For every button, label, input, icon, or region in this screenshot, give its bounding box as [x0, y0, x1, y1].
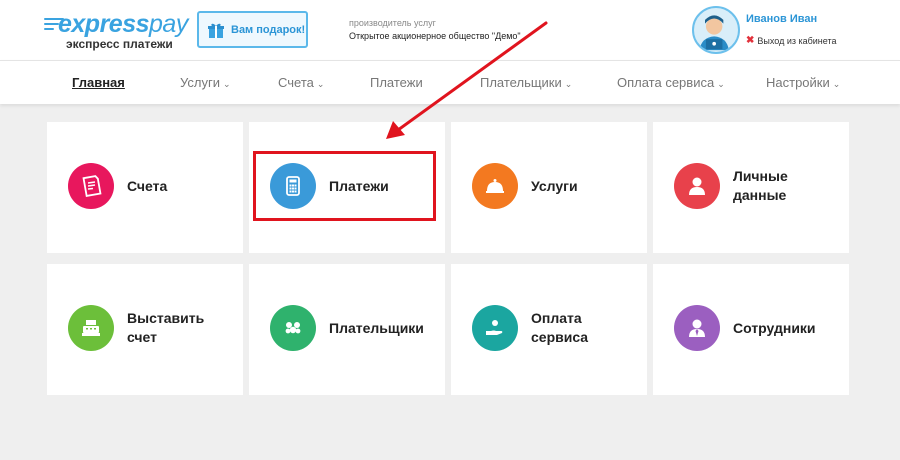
- tile-issue-invoice-label-line1: Выставить: [127, 310, 205, 326]
- tile-service-payment[interactable]: Оплата сервиса: [451, 264, 647, 395]
- chevron-down-icon: ⌄: [222, 79, 231, 89]
- user-name[interactable]: Иванов Иван: [746, 13, 817, 25]
- tile-payers-circle: [270, 305, 316, 351]
- employee-icon: [689, 319, 705, 337]
- tile-personal-data-label-line1: Личные: [733, 168, 788, 184]
- tile-service-payment-circle: [472, 305, 518, 351]
- tile-personal-data-label: Личные данные: [733, 167, 788, 205]
- tile-issue-invoice-label: Выставить счет: [127, 309, 204, 347]
- calculator-icon: [286, 176, 300, 196]
- top-bar: expresspay экспресс платежи Вам подарок!…: [0, 0, 900, 60]
- tile-employees-circle: [674, 305, 720, 351]
- provider-name: Открытое акционерное общество "Демо": [349, 31, 521, 41]
- tile-personal-data-label-line2: данные: [733, 187, 787, 203]
- tile-services[interactable]: Услуги: [451, 122, 647, 253]
- logo-subtitle: экспресс платежи: [66, 37, 173, 51]
- nav-settings[interactable]: Настройки ⌄: [766, 75, 840, 90]
- tile-payers-label: Плательщики: [329, 320, 424, 336]
- tile-service-payment-label-line2: сервиса: [531, 329, 589, 345]
- tile-invoices-circle: [68, 163, 114, 209]
- invoice-icon: [82, 175, 102, 197]
- user-avatar[interactable]: [692, 6, 740, 54]
- logo-wordmark: expresspay: [58, 10, 188, 38]
- user-icon: [689, 177, 705, 195]
- gift-button-label: Вам подарок!: [231, 23, 306, 36]
- tile-employees-label: Сотрудники: [733, 320, 816, 336]
- tile-invoices-label: Счета: [127, 178, 168, 194]
- chevron-down-icon: ⌄: [832, 79, 841, 89]
- hand-coin-icon: [486, 320, 503, 335]
- provider-label: производитель услуг: [349, 18, 436, 28]
- nav-services[interactable]: Услуги ⌄: [180, 75, 231, 90]
- tile-personal-data[interactable]: Личные данные: [653, 122, 849, 253]
- tile-issue-invoice[interactable]: Выставить счет: [47, 264, 243, 395]
- tile-payments[interactable]: Платежи: [249, 122, 445, 253]
- close-icon: ✖: [746, 35, 755, 46]
- tile-employees[interactable]: Сотрудники: [653, 264, 849, 395]
- tile-payers[interactable]: Плательщики: [249, 264, 445, 395]
- nav-invoices[interactable]: Счета ⌄: [278, 75, 324, 90]
- provider-info: производитель услуг Открытое акционерное…: [349, 17, 521, 43]
- nav-home[interactable]: Главная: [72, 75, 125, 90]
- chevron-down-icon: ⌄: [717, 79, 725, 89]
- logout-label: Выход из кабинета: [757, 35, 837, 46]
- tile-service-payment-label-line1: Оплата: [531, 310, 582, 326]
- chevron-down-icon: ⌄: [316, 79, 325, 89]
- tile-service-payment-label: Оплата сервиса: [531, 309, 588, 347]
- tile-issue-invoice-label-line2: счет: [127, 329, 158, 345]
- user-avatar-icon: [699, 15, 729, 51]
- tile-invoices[interactable]: Счета: [47, 122, 243, 253]
- tile-issue-invoice-circle: [68, 305, 114, 351]
- expresspay-logo[interactable]: expresspay экспресс платежи: [44, 10, 188, 54]
- tile-payments-label: Платежи: [329, 178, 389, 194]
- tile-payments-circle: [270, 163, 316, 209]
- gift-button[interactable]: Вам подарок!: [197, 11, 308, 48]
- nav-payments[interactable]: Платежи: [370, 75, 423, 90]
- nav-payers[interactable]: Плательщики ⌄: [480, 75, 572, 90]
- main-nav: Главная Услуги ⌄ Счета ⌄ Платежи Плательщи…: [0, 60, 900, 104]
- logout-link[interactable]: ✖ Выход из кабинета: [746, 35, 837, 46]
- tile-services-circle: [472, 163, 518, 209]
- tile-personal-data-circle: [674, 163, 720, 209]
- group-icon: [285, 322, 301, 334]
- gift-icon: [208, 23, 224, 38]
- cloche-icon: [486, 179, 504, 193]
- nav-service-payment[interactable]: Оплата сервиса ⌄: [617, 75, 725, 90]
- cash-register-icon: [82, 320, 100, 336]
- tile-services-label: Услуги: [531, 178, 578, 194]
- chevron-down-icon: ⌄: [564, 79, 573, 89]
